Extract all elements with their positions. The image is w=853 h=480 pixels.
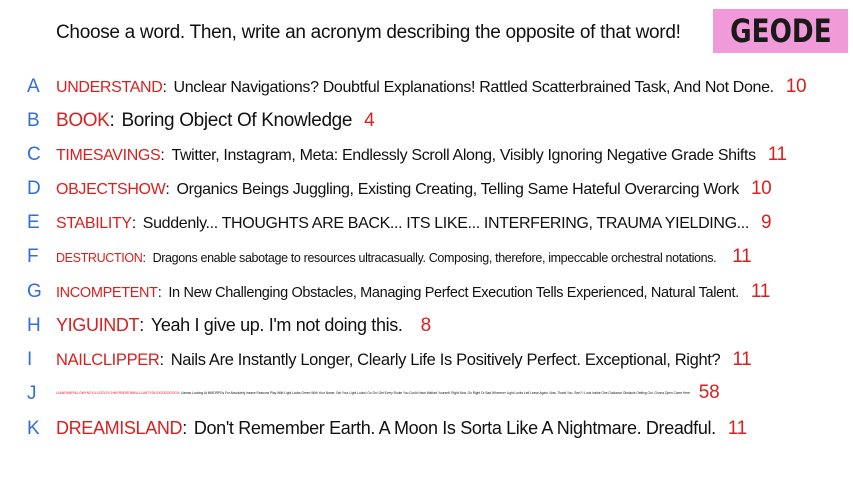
entry-word: DREAMISLAND	[56, 418, 183, 438]
entry-colon: :	[131, 215, 136, 232]
entry-letter: J	[27, 383, 37, 404]
entry-word: STABILITY	[56, 215, 132, 232]
entry-score: 8	[420, 315, 432, 336]
entry-letter: A	[27, 76, 40, 97]
entry-colon: :	[159, 351, 164, 369]
entry-acronym: Don't Remember Earth. A Moon Is Sorta Li…	[193, 418, 716, 438]
entry-colon: :	[139, 315, 144, 335]
entry-colon: :	[162, 79, 167, 96]
entry-word: TIMESAVINGS	[56, 147, 161, 164]
entry-letter: I	[27, 349, 32, 370]
entry-score: 11	[732, 349, 752, 370]
entry-word: NAILCLIPPER	[56, 351, 160, 369]
entry-acronym: Organics Beings Juggling, Existing Creat…	[176, 181, 740, 198]
entry-word: DESTRUCTION	[56, 251, 143, 265]
entry-letter: D	[27, 178, 41, 199]
entry-word: INCOMPETENT	[56, 285, 158, 301]
entry-score: 11	[767, 144, 787, 165]
entry-colon: :	[157, 285, 162, 301]
entry-acronym: Boring Object Of Knowledge	[121, 110, 353, 131]
entry-score: 9	[760, 212, 772, 233]
entry-letter: H	[27, 315, 41, 336]
entry-letter: C	[27, 144, 41, 165]
entry-acronym: Llamas Looking At MMORPGs For Absolutely…	[180, 391, 691, 395]
badge-label: GEODE	[729, 12, 832, 50]
entry-score: 10	[750, 178, 772, 199]
entry-colon: :	[165, 181, 170, 198]
entry-score: 11	[727, 418, 747, 439]
entry-score: 11	[750, 281, 770, 302]
entry-score: 10	[785, 76, 807, 97]
entry-letter: F	[27, 246, 39, 267]
entry-word: LLAMFAWPNLLOWYNGYLLGGGOYCHWYRNDROBWLLLLA…	[56, 391, 179, 395]
entry-colon: :	[109, 110, 115, 131]
entry-colon: :	[160, 147, 165, 164]
entry-letter: B	[27, 110, 40, 131]
entry-word: BOOK	[56, 110, 110, 131]
entry-word: UNDERSTAND	[56, 79, 163, 96]
entry-letter: G	[27, 281, 42, 302]
entry-acronym: Twitter, Instagram, Meta: Endlessly Scro…	[171, 147, 756, 164]
entry-score: 58	[698, 382, 720, 403]
entry-letter: K	[27, 418, 40, 439]
entry-score: 4	[364, 110, 375, 131]
entry-letter: E	[27, 212, 40, 233]
entry-colon: :	[182, 418, 187, 438]
entry-acronym: Yeah I give up. I'm not doing this.	[150, 315, 403, 335]
entry-acronym: Nails Are Instantly Longer, Clearly Life…	[170, 351, 721, 369]
entry-acronym: Suddenly... THOUGHTS ARE BACK... ITS LIK…	[142, 215, 750, 232]
entry-colon: :	[178, 391, 180, 395]
prompt-text: Choose a word. Then, write an acronym de…	[56, 22, 681, 43]
entry-acronym: In New Challenging Obstacles, Managing P…	[168, 285, 739, 301]
entry-word: OBJECTSHOW	[56, 181, 166, 198]
badge-geode: GEODE	[713, 9, 848, 53]
entry-colon: :	[142, 251, 146, 265]
entry-word: YIGUINDT	[56, 315, 140, 335]
entry-acronym: Dragons enable sabotage to resources ult…	[152, 251, 717, 265]
entry-score: 11	[732, 246, 752, 267]
entry-acronym: Unclear Navigations? Doubtful Explanatio…	[173, 79, 775, 96]
